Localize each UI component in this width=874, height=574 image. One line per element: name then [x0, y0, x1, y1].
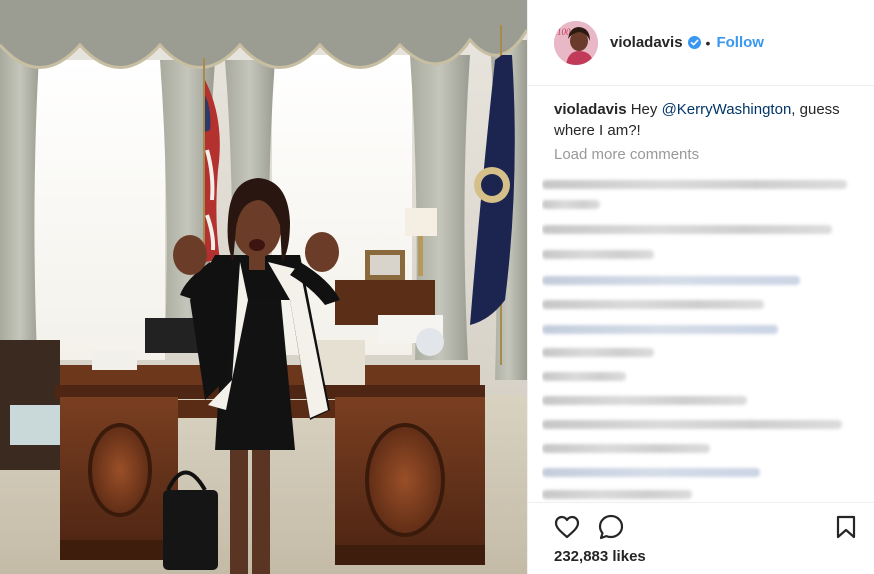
blurred-comment — [542, 180, 847, 189]
post-caption: violadavis Hey @KerryWashington, guess w… — [554, 99, 850, 141]
avatar[interactable]: 100 — [554, 20, 598, 65]
caption-text-before: Hey — [630, 101, 662, 118]
verified-badge-icon — [687, 36, 701, 49]
blurred-comments-list — [542, 172, 862, 502]
blurred-comment — [542, 348, 654, 357]
post-header: 100 violadavis • Follow — [528, 0, 874, 86]
blurred-comment — [542, 300, 764, 309]
follow-button[interactable]: Follow — [716, 34, 764, 51]
blurred-comment — [542, 396, 747, 405]
post-sidebar: 100 violadavis • Follow violadavis Hey @… — [527, 0, 874, 574]
post-username[interactable]: violadavis — [610, 34, 683, 51]
load-more-comments-link[interactable]: Load more comments — [554, 146, 699, 163]
blurred-comment — [542, 200, 600, 209]
blurred-comment — [542, 276, 800, 285]
blurred-comment — [542, 420, 842, 429]
blurred-comment — [542, 225, 832, 234]
blurred-comment — [542, 444, 710, 453]
post-photo[interactable] — [0, 0, 527, 574]
blurred-comment — [542, 490, 692, 499]
blurred-comment — [542, 325, 778, 334]
separator-dot: • — [705, 34, 711, 51]
heart-icon[interactable] — [554, 515, 580, 544]
blurred-comment — [542, 250, 654, 259]
blurred-comment — [542, 372, 626, 381]
avatar-image: 100 — [554, 20, 598, 65]
oval-office-photo — [0, 0, 527, 574]
likes-count[interactable]: 232,883 likes — [554, 548, 646, 565]
caption-mention-link[interactable]: @KerryWashington — [662, 101, 792, 118]
comment-bubble-icon[interactable] — [598, 514, 624, 545]
caption-username[interactable]: violadavis — [554, 101, 627, 118]
blurred-comment — [542, 468, 760, 477]
instagram-post: 100 violadavis • Follow violadavis Hey @… — [0, 0, 874, 574]
bookmark-icon[interactable] — [836, 515, 856, 544]
